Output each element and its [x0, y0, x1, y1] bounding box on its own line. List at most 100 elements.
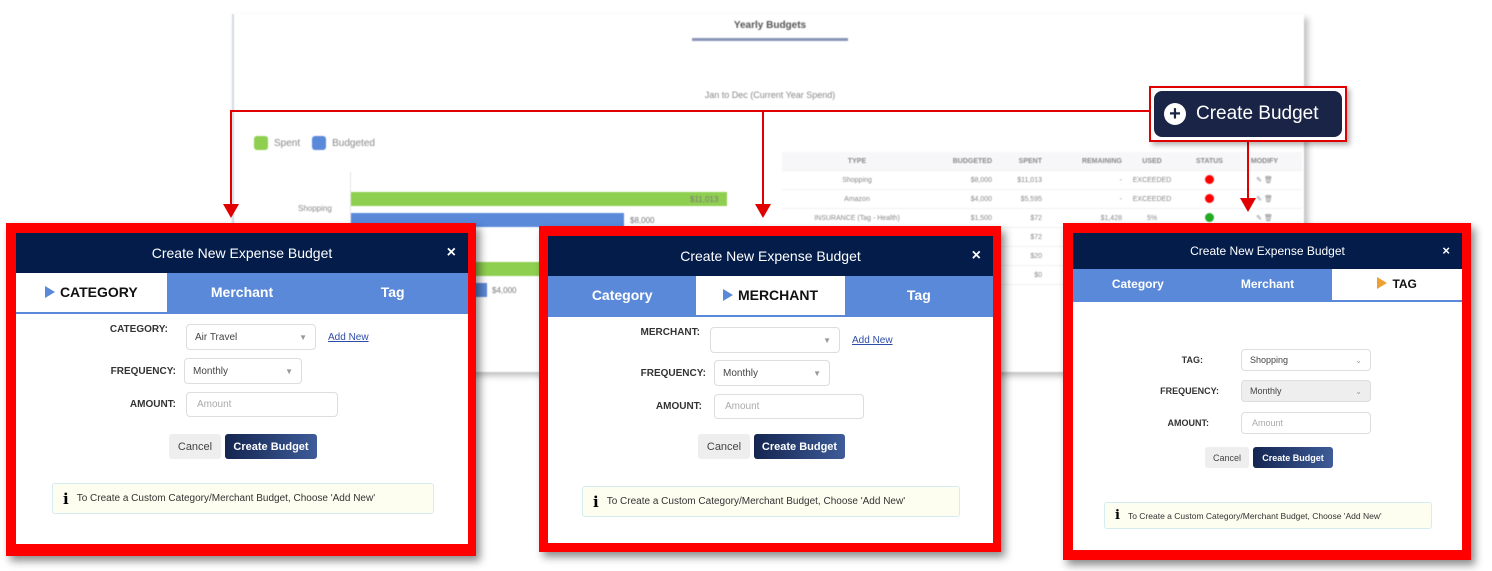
tag-label: TAG:: [1181, 355, 1203, 365]
create-budget-submit-button[interactable]: Create Budget: [225, 434, 317, 459]
connector-line-horizontal: [230, 110, 1150, 112]
tab-label: MERCHANT: [737, 287, 819, 303]
tab-tag[interactable]: Tag: [844, 276, 993, 315]
cell-type: Amazon: [844, 195, 870, 203]
plus-circle-icon: +: [1164, 103, 1186, 125]
tab-tag[interactable]: TAG: [1332, 269, 1462, 300]
cell-remaining: $1,428: [1100, 214, 1122, 222]
tab-merchant[interactable]: Merchant: [1202, 269, 1333, 300]
frequency-value: Monthly: [1250, 386, 1282, 396]
dialog-tabs: CATEGORY Merchant Tag: [16, 273, 468, 314]
chart-row-label: Shopping: [298, 204, 332, 213]
close-icon[interactable]: ×: [1442, 233, 1450, 269]
col-spent: SPENT: [1018, 157, 1042, 165]
tag-row: TAG: Shopping ⌄: [1123, 349, 1371, 371]
cell-remaining: -: [1119, 195, 1122, 203]
connector-line-right: [1247, 142, 1249, 200]
table-header: TYPE BUDGETED SPENT REMAINING USED STATU…: [782, 152, 1302, 171]
col-remaining: REMAINING: [1081, 157, 1122, 165]
info-icon: i: [63, 489, 69, 508]
page-title: Yearly Budgets: [733, 20, 807, 31]
cell-status: [1182, 193, 1237, 205]
add-new-link[interactable]: Add New: [852, 335, 893, 346]
frequency-row: FREQUENCY: Monthly ⌄: [1123, 380, 1371, 402]
bar-label-spent: $11,013: [690, 195, 719, 204]
dialog-header: Create New Expense Budget ×: [16, 233, 468, 273]
triangle-right-icon: [722, 289, 733, 301]
info-box: i To Create a Custom Category/Merchant B…: [1104, 502, 1432, 529]
edit-delete-icons[interactable]: ✎ 🗑: [1237, 214, 1292, 222]
cell-budgeted: $8,000: [970, 176, 992, 184]
amount-input[interactable]: Amount: [1241, 412, 1371, 434]
amount-row: AMOUNT: Amount: [1123, 412, 1371, 434]
cancel-button[interactable]: Cancel: [698, 434, 750, 459]
info-text: To Create a Custom Category/Merchant Bud…: [606, 496, 906, 507]
title-underline: [692, 38, 848, 41]
status-dot-red: [1205, 193, 1214, 203]
col-used: USED: [1142, 157, 1162, 165]
info-icon: i: [593, 492, 599, 511]
amount-input[interactable]: Amount: [186, 392, 338, 417]
dialog-buttons: Cancel Create Budget: [1205, 447, 1333, 468]
frequency-select[interactable]: Monthly ▼: [714, 360, 830, 386]
close-icon[interactable]: ×: [447, 233, 456, 273]
edit-delete-icons[interactable]: ✎ 🗑: [1237, 176, 1292, 184]
info-box: i To Create a Custom Category/Merchant B…: [582, 486, 960, 517]
dialog-title: Create New Expense Budget: [680, 248, 861, 264]
bar-spent-shopping: [351, 192, 727, 206]
table-row: Amazon $4,000 $5,595 - EXCEEDED ✎ 🗑: [782, 190, 1302, 209]
arrow-down-icon: [755, 204, 771, 218]
chart-legend: Spent Budgeted: [254, 136, 375, 150]
close-icon[interactable]: ×: [972, 236, 981, 276]
arrow-down-icon: [223, 204, 239, 218]
category-label: CATEGORY:: [109, 324, 168, 335]
merchant-select[interactable]: ▼: [710, 327, 840, 353]
tab-merchant[interactable]: MERCHANT: [696, 276, 845, 315]
create-budget-button[interactable]: + Create Budget: [1154, 91, 1342, 137]
frequency-select[interactable]: Monthly ▼: [184, 358, 302, 384]
tab-category[interactable]: CATEGORY: [16, 273, 167, 312]
cell-type: INSURANCE (Tag - Health): [814, 214, 900, 222]
tag-select[interactable]: Shopping ⌄: [1241, 349, 1371, 371]
category-select[interactable]: Air Travel ▼: [186, 324, 316, 350]
info-box: i To Create a Custom Category/Merchant B…: [52, 483, 434, 514]
dialog-title: Create New Expense Budget: [151, 245, 333, 261]
amount-row: AMOUNT: Amount: [76, 392, 338, 417]
frequency-label: FREQUENCY:: [1160, 386, 1219, 396]
amount-input[interactable]: Amount: [714, 394, 864, 419]
create-budget-submit-button[interactable]: Create Budget: [1253, 447, 1333, 468]
col-budgeted: BUDGETED: [952, 157, 992, 165]
merchant-row: MERCHANT: ▼ Add New: [598, 327, 893, 353]
tag-value: Shopping: [1250, 355, 1289, 365]
tab-category[interactable]: Category: [1073, 269, 1203, 300]
cancel-button[interactable]: Cancel: [169, 434, 221, 459]
cell-status: [1182, 212, 1237, 224]
tab-merchant[interactable]: Merchant: [166, 273, 318, 312]
create-budget-submit-button[interactable]: Create Budget: [754, 434, 845, 459]
connector-line-left: [230, 110, 232, 205]
tab-tag[interactable]: Tag: [317, 273, 468, 312]
add-new-link[interactable]: Add New: [328, 332, 369, 343]
amount-label: AMOUNT:: [655, 401, 702, 412]
status-dot-green: [1205, 212, 1214, 222]
cell-type: Shopping: [842, 176, 872, 184]
dialog-category: Create New Expense Budget × CATEGORY Mer…: [16, 233, 468, 544]
frequency-select[interactable]: Monthly ⌄: [1241, 380, 1371, 402]
amount-label: AMOUNT:: [129, 399, 176, 410]
cell-remaining: -: [1119, 176, 1122, 184]
frequency-value: Monthly: [723, 367, 759, 379]
col-type: TYPE: [847, 157, 867, 165]
triangle-right-icon: [44, 286, 55, 298]
bar-label-budgeted: $8,000: [630, 216, 655, 225]
frequency-row: FREQUENCY: Monthly ▼: [76, 358, 302, 384]
frequency-label: FREQUENCY:: [110, 365, 176, 377]
cell-spent: $72: [1030, 214, 1042, 222]
tab-category[interactable]: Category: [548, 276, 697, 315]
dialog-header: Create New Expense Budget ×: [548, 236, 993, 276]
bar-label-budgeted: $4,000: [492, 286, 517, 295]
cell-used: EXCEEDED: [1132, 176, 1172, 184]
info-text: To Create a Custom Category/Merchant Bud…: [1127, 510, 1382, 521]
cancel-button[interactable]: Cancel: [1205, 447, 1249, 468]
chevron-down-icon: ⌄: [1355, 355, 1362, 365]
create-budget-label: Create Budget: [1196, 103, 1319, 124]
